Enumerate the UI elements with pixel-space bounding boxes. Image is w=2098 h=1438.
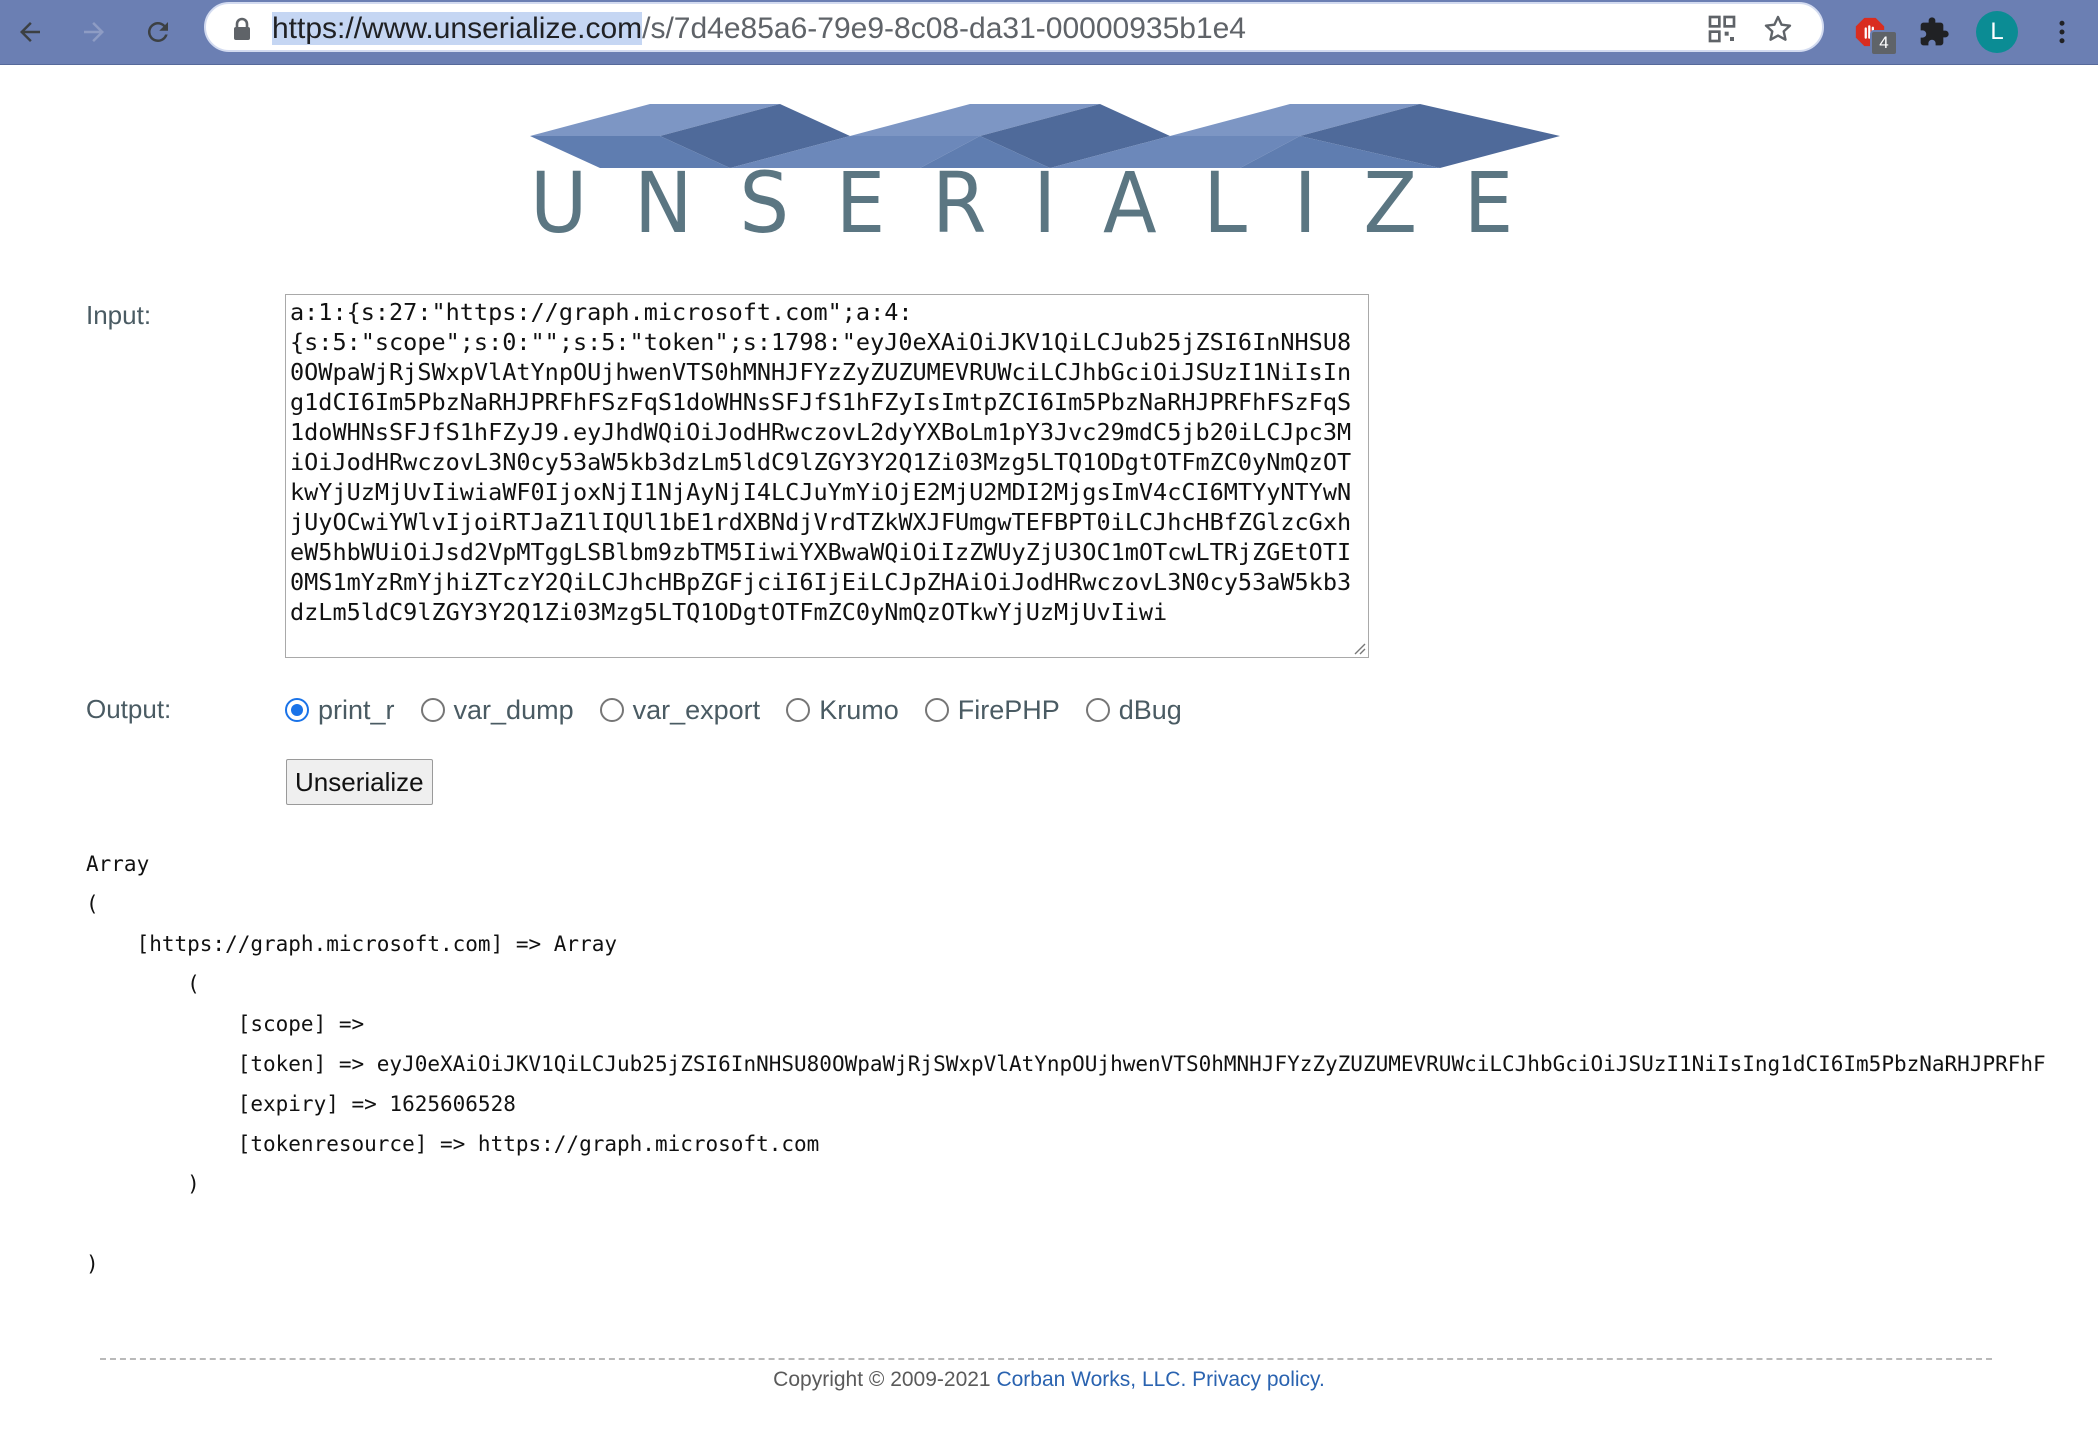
input-label: Input: <box>86 300 152 330</box>
copyright-text: Copyright © 2009-2021 <box>773 1368 997 1391</box>
unserialize-button[interactable]: Unserialize <box>286 759 433 805</box>
privacy-policy-link[interactable]: Privacy policy. <box>1192 1368 1325 1391</box>
company-link[interactable]: Corban Works, LLC. <box>996 1368 1186 1391</box>
puzzle-icon <box>1920 17 1949 46</box>
profile-avatar[interactable]: L <box>1976 11 2018 53</box>
output-option-firephp[interactable]: FirePHP <box>924 694 1060 726</box>
output-option-print-r[interactable]: print_r <box>285 695 395 726</box>
reload-button[interactable] <box>134 8 182 56</box>
qr-code-icon[interactable] <box>1706 13 1738 45</box>
output-option-dbug[interactable]: dBug <box>1085 694 1182 726</box>
extensions-button[interactable] <box>1910 8 1958 56</box>
radio-button[interactable] <box>599 698 624 722</box>
back-button[interactable] <box>6 8 54 56</box>
radio-label: FirePHP <box>957 694 1060 725</box>
output-option-krumo[interactable]: Krumo <box>786 695 899 726</box>
browser-toolbar: https://www.unserialize.com/s/7d4e85a6-7… <box>0 0 2098 65</box>
radio-button[interactable] <box>924 698 949 722</box>
radio-button[interactable] <box>1085 698 1110 722</box>
forward-button[interactable] <box>70 8 118 56</box>
reload-icon <box>147 21 168 42</box>
output-option-var-dump[interactable]: var_dump <box>420 694 574 726</box>
radio-label: Krumo <box>819 694 899 725</box>
radio-label: print_r <box>318 694 395 725</box>
output-label: Output: <box>86 694 172 724</box>
url-text[interactable]: https://www.unserialize.com/s/7d4e85a6-7… <box>272 12 1246 46</box>
bookmark-star-icon[interactable] <box>1762 13 1794 45</box>
extension-badge: 4 <box>1870 30 1898 56</box>
more-vertical-icon <box>2059 20 2065 44</box>
browser-menu-button[interactable] <box>2038 8 2086 56</box>
radio-label: var_dump <box>453 694 574 725</box>
url-path: /s/7d4e85a6-79e9-8c08-da31-00000935b1e4 <box>642 12 1246 45</box>
logo-wordmark: UNSERIALIZE <box>530 154 1560 246</box>
resize-grip-icon[interactable] <box>1352 641 1366 655</box>
unserialized-output: Array ( [https://graph.microsoft.com] =>… <box>86 852 2046 1276</box>
address-bar[interactable]: https://www.unserialize.com/s/7d4e85a6-7… <box>204 2 1824 52</box>
url-origin: https://www.unserialize.com <box>272 12 643 45</box>
unserialize-logo: UNSERIALIZE <box>530 104 1560 246</box>
output-format-radio-group: print_r var_dump var_export Krumo FirePHP dBu… <box>285 690 1208 730</box>
radio-label: var_export <box>632 694 761 725</box>
lock-icon <box>234 17 250 40</box>
radio-button[interactable] <box>420 698 445 722</box>
serialized-input-textarea[interactable] <box>285 294 1369 658</box>
radio-label: dBug <box>1118 694 1182 725</box>
radio-button[interactable] <box>786 698 811 722</box>
output-option-var-export[interactable]: var_export <box>599 694 761 726</box>
arrow-right-icon <box>84 22 104 42</box>
footer: Copyright © 2009-2021 Corban Works, LLC.… <box>0 1368 2098 1392</box>
arrow-left-icon <box>20 22 40 42</box>
radio-button[interactable] <box>285 698 309 722</box>
footer-divider <box>100 1358 1992 1360</box>
